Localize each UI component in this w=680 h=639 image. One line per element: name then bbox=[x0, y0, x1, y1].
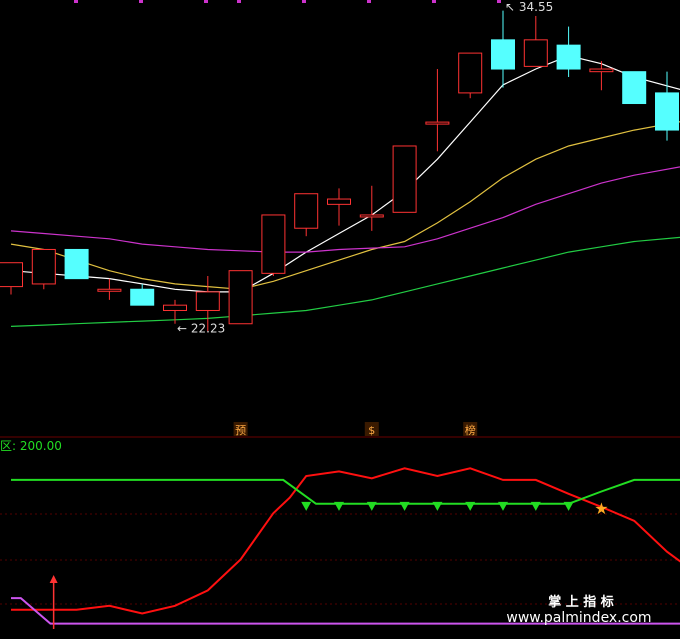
chart-background bbox=[0, 0, 680, 639]
candle-body bbox=[261, 214, 286, 274]
candle-body bbox=[195, 291, 220, 311]
candle-body bbox=[64, 248, 89, 280]
top-tick bbox=[139, 0, 143, 3]
candle bbox=[31, 248, 56, 290]
candle-body bbox=[0, 262, 23, 288]
candle-body bbox=[359, 214, 384, 218]
candle bbox=[458, 52, 483, 99]
indicator-title: 区: 200.00 bbox=[0, 439, 62, 453]
candle-body bbox=[228, 270, 253, 325]
candle-body bbox=[31, 248, 56, 285]
candle-body bbox=[130, 288, 155, 306]
candle-body bbox=[327, 198, 351, 205]
candle-body bbox=[622, 71, 647, 105]
top-tick bbox=[367, 0, 371, 3]
candle bbox=[622, 71, 647, 105]
candle-body bbox=[425, 121, 450, 125]
top-tick bbox=[204, 0, 208, 3]
candle bbox=[228, 270, 253, 325]
top-tick bbox=[302, 0, 306, 3]
candle-body bbox=[294, 193, 319, 229]
candle-body bbox=[655, 92, 679, 131]
candle bbox=[261, 214, 286, 276]
candle-body bbox=[97, 288, 122, 292]
candle-body bbox=[458, 52, 483, 94]
candle bbox=[64, 248, 89, 280]
top-tick bbox=[497, 0, 501, 3]
star-marker: ★ bbox=[594, 499, 608, 518]
top-tick bbox=[432, 0, 436, 3]
candle-body bbox=[556, 44, 581, 70]
candle-body bbox=[589, 68, 614, 73]
candle bbox=[392, 145, 417, 213]
candle-body bbox=[163, 304, 187, 311]
signal-marker: 榜 bbox=[465, 423, 476, 437]
price-annotation: ← 22.23 bbox=[177, 322, 225, 336]
watermark-title: 掌 上 指 标 bbox=[548, 594, 614, 610]
watermark-url: www.palmindex.com bbox=[506, 610, 651, 626]
signal-marker: 预 bbox=[235, 424, 246, 437]
candle-body bbox=[523, 39, 548, 67]
top-tick bbox=[237, 0, 241, 3]
price-annotation: ↖ 34.55 bbox=[505, 0, 553, 14]
candle-body bbox=[491, 39, 515, 70]
candle-body bbox=[392, 145, 417, 213]
signal-marker: $ bbox=[368, 424, 375, 437]
top-tick bbox=[74, 0, 78, 3]
stock-chart: ↖ 34.55 ← 22.23 预 $ 榜 ★ 区: 200.00 掌 上 指 标 ww… bbox=[0, 0, 680, 639]
